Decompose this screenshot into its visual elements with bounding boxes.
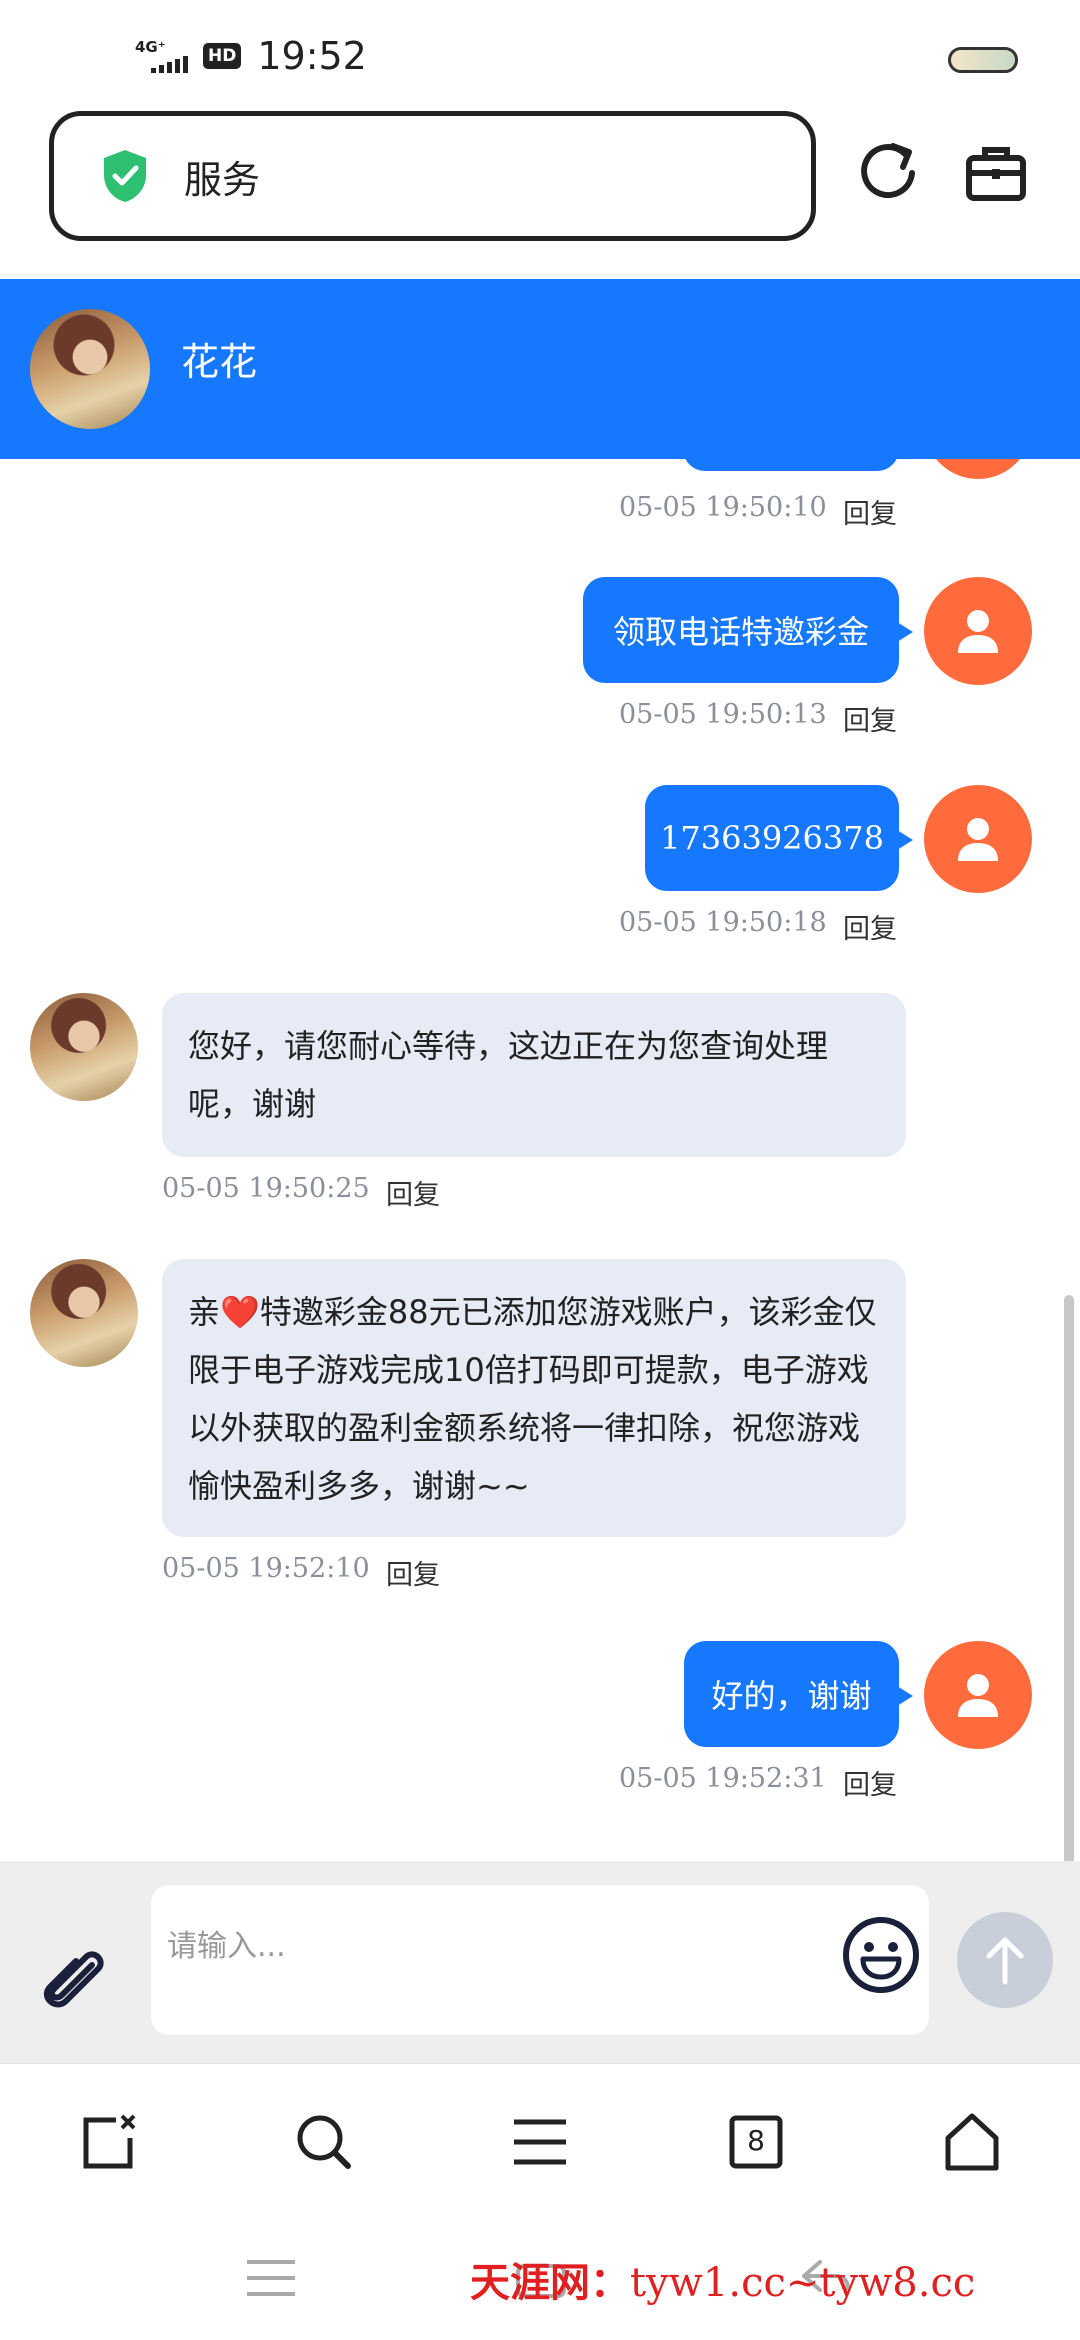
message-timestamp: 05-05 19:50:25 bbox=[162, 1173, 370, 1204]
user-avatar bbox=[924, 577, 1032, 685]
arrow-up-icon bbox=[986, 1937, 1024, 1985]
tab-count: 8 bbox=[747, 2124, 765, 2157]
scrollbar[interactable] bbox=[1064, 1295, 1074, 1865]
user-icon bbox=[958, 818, 998, 861]
watermark: 天涯网：tyw1.cc~tyw8.cc bbox=[470, 2250, 975, 2308]
search-icon[interactable] bbox=[292, 2110, 356, 2174]
browser-toolbar: 8 bbox=[0, 2063, 1080, 2218]
toolbox-icon[interactable] bbox=[963, 140, 1029, 206]
address-bar[interactable]: 服务 bbox=[49, 111, 816, 241]
message-input[interactable]: 请输入... bbox=[151, 1885, 929, 2035]
message-timestamp: 05-05 19:50:18 bbox=[619, 907, 827, 938]
reload-icon[interactable] bbox=[855, 140, 921, 206]
shield-check-icon bbox=[104, 150, 146, 202]
reply-link[interactable]: 回复 bbox=[843, 1763, 897, 1802]
watermark-site: 天涯网： bbox=[470, 2259, 630, 2306]
user-icon bbox=[958, 610, 998, 653]
screen: 4G⁺ HD 19:52 服务 花花 05-05 19:50:10 回复 领取电… bbox=[0, 0, 1080, 2340]
agent-avatar bbox=[30, 993, 138, 1101]
recents-icon[interactable] bbox=[245, 2258, 297, 2298]
message-timestamp: 05-05 19:50:10 bbox=[619, 492, 827, 523]
user-avatar bbox=[924, 785, 1032, 893]
message-bubble[interactable]: 17363926378 bbox=[645, 785, 913, 891]
chat-header: 花花 bbox=[0, 279, 1080, 459]
hd-badge: HD bbox=[203, 43, 242, 69]
message-bubble[interactable] bbox=[683, 459, 899, 471]
home-icon[interactable] bbox=[940, 2110, 1004, 2174]
agent-avatar bbox=[30, 1259, 138, 1367]
message-bubble[interactable]: 领取电话特邀彩金 bbox=[583, 577, 913, 683]
reply-link[interactable]: 回复 bbox=[843, 699, 897, 738]
message-timestamp: 05-05 19:52:10 bbox=[162, 1553, 370, 1584]
chat-messages[interactable]: 05-05 19:50:10 回复 领取电话特邀彩金 05-05 19:50:1… bbox=[0, 459, 1080, 1861]
reply-link[interactable]: 回复 bbox=[843, 492, 897, 531]
reply-link[interactable]: 回复 bbox=[843, 907, 897, 946]
signal-icon: 4G⁺ bbox=[135, 36, 193, 76]
close-tab-icon[interactable] bbox=[76, 2110, 140, 2174]
composer: 请输入... bbox=[0, 1861, 1080, 2063]
clock: 19:52 bbox=[257, 34, 367, 78]
contact-avatar[interactable] bbox=[30, 309, 150, 429]
contact-name: 花花 bbox=[181, 340, 258, 384]
message-bubble[interactable]: 好的，谢谢 bbox=[684, 1641, 913, 1747]
system-nav: 天涯网：tyw1.cc~tyw8.cc bbox=[0, 2218, 1080, 2340]
user-icon bbox=[958, 1674, 998, 1717]
message-bubble[interactable]: 您好，请您耐心等待，这边正在为您查询处理呢，谢谢 bbox=[162, 993, 906, 1157]
send-button[interactable] bbox=[957, 1912, 1053, 2008]
user-avatar bbox=[924, 1641, 1032, 1749]
reply-link[interactable]: 回复 bbox=[386, 1173, 440, 1212]
battery-icon bbox=[948, 47, 1018, 73]
message-bubble[interactable]: 亲❤️特邀彩金88元已添加您游戏账户，该彩金仅限于电子游戏完成10倍打码即可提款… bbox=[162, 1259, 906, 1537]
watermark-urls: tyw1.cc~tyw8.cc bbox=[630, 2260, 976, 2306]
message-timestamp: 05-05 19:52:31 bbox=[619, 1763, 827, 1794]
menu-icon[interactable] bbox=[508, 2110, 572, 2174]
page-title: 服务 bbox=[184, 157, 261, 202]
status-bar: 4G⁺ HD 19:52 bbox=[0, 0, 1080, 110]
attachment-icon[interactable] bbox=[36, 1943, 114, 2021]
message-timestamp: 05-05 19:50:13 bbox=[619, 699, 827, 730]
tabs-button[interactable]: 8 bbox=[724, 2110, 788, 2174]
emoji-icon[interactable] bbox=[841, 1915, 921, 1995]
input-placeholder: 请输入... bbox=[167, 1929, 286, 1964]
reply-link[interactable]: 回复 bbox=[386, 1553, 440, 1592]
user-avatar bbox=[924, 459, 1032, 479]
